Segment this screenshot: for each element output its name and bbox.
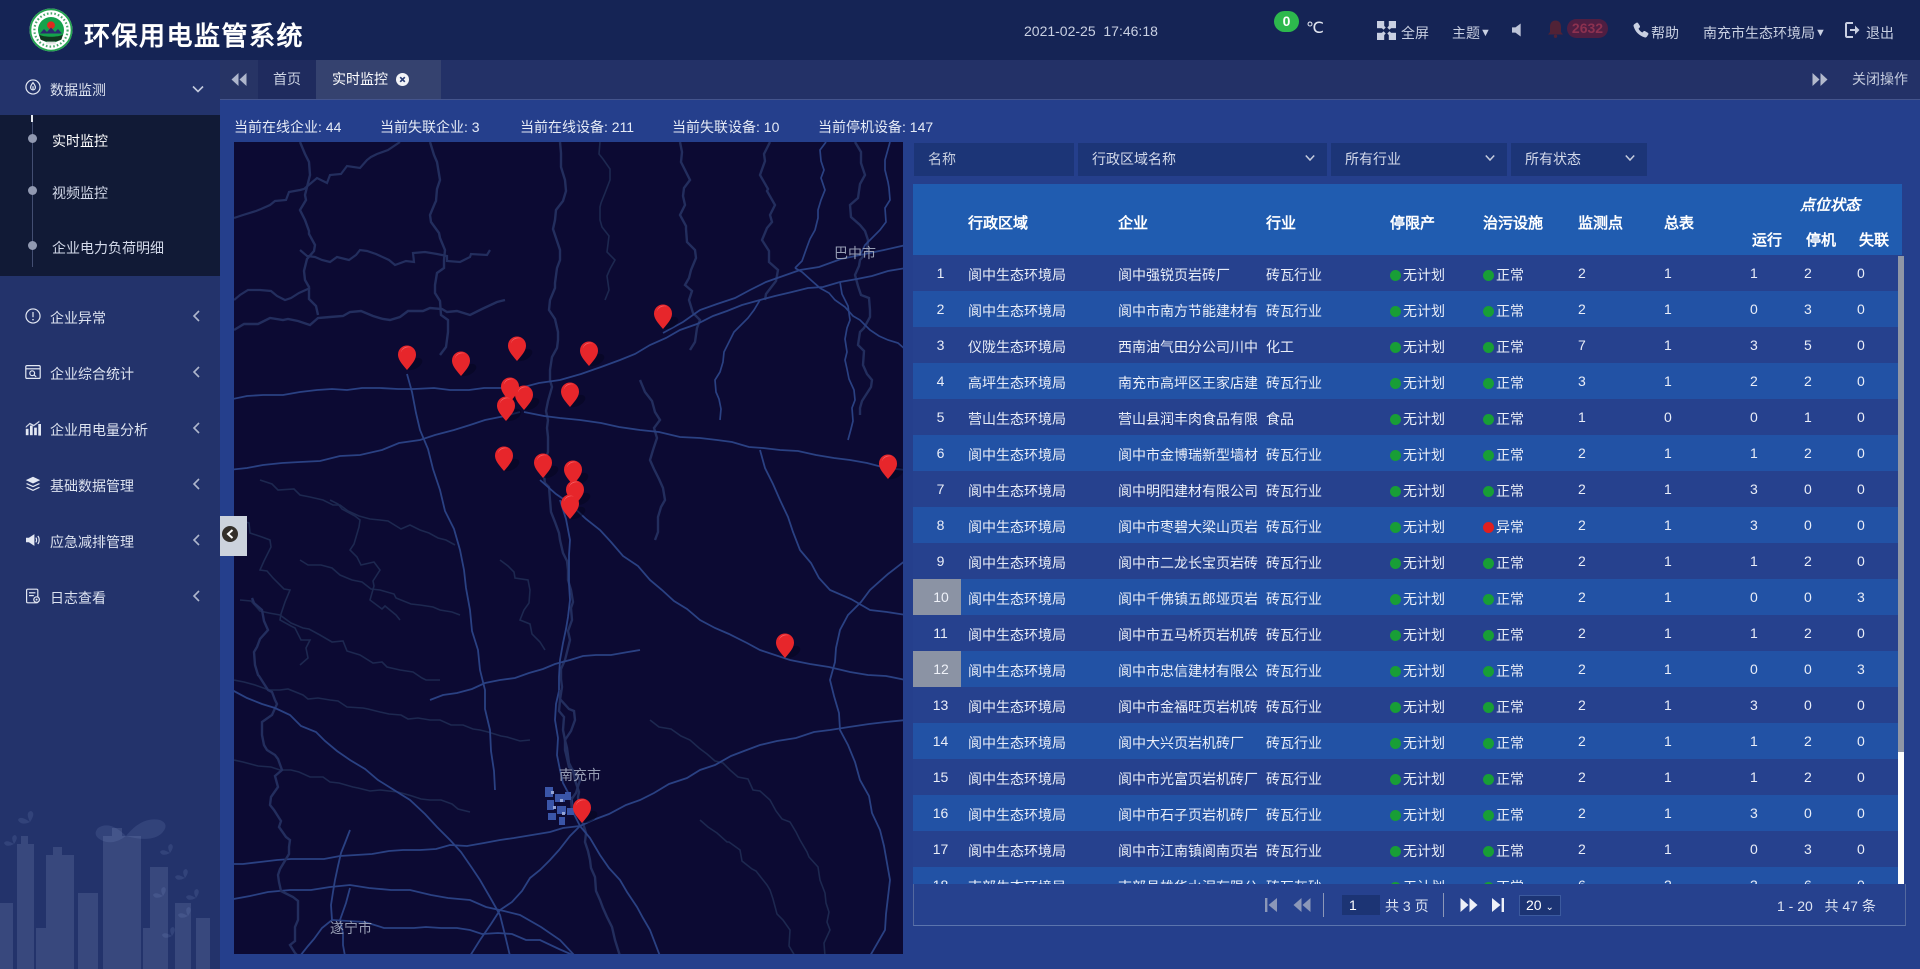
svg-text:南充市: 南充市 — [559, 767, 601, 783]
svg-text:遂宁市: 遂宁市 — [330, 920, 372, 936]
svg-text:巴中市: 巴中市 — [834, 245, 876, 261]
